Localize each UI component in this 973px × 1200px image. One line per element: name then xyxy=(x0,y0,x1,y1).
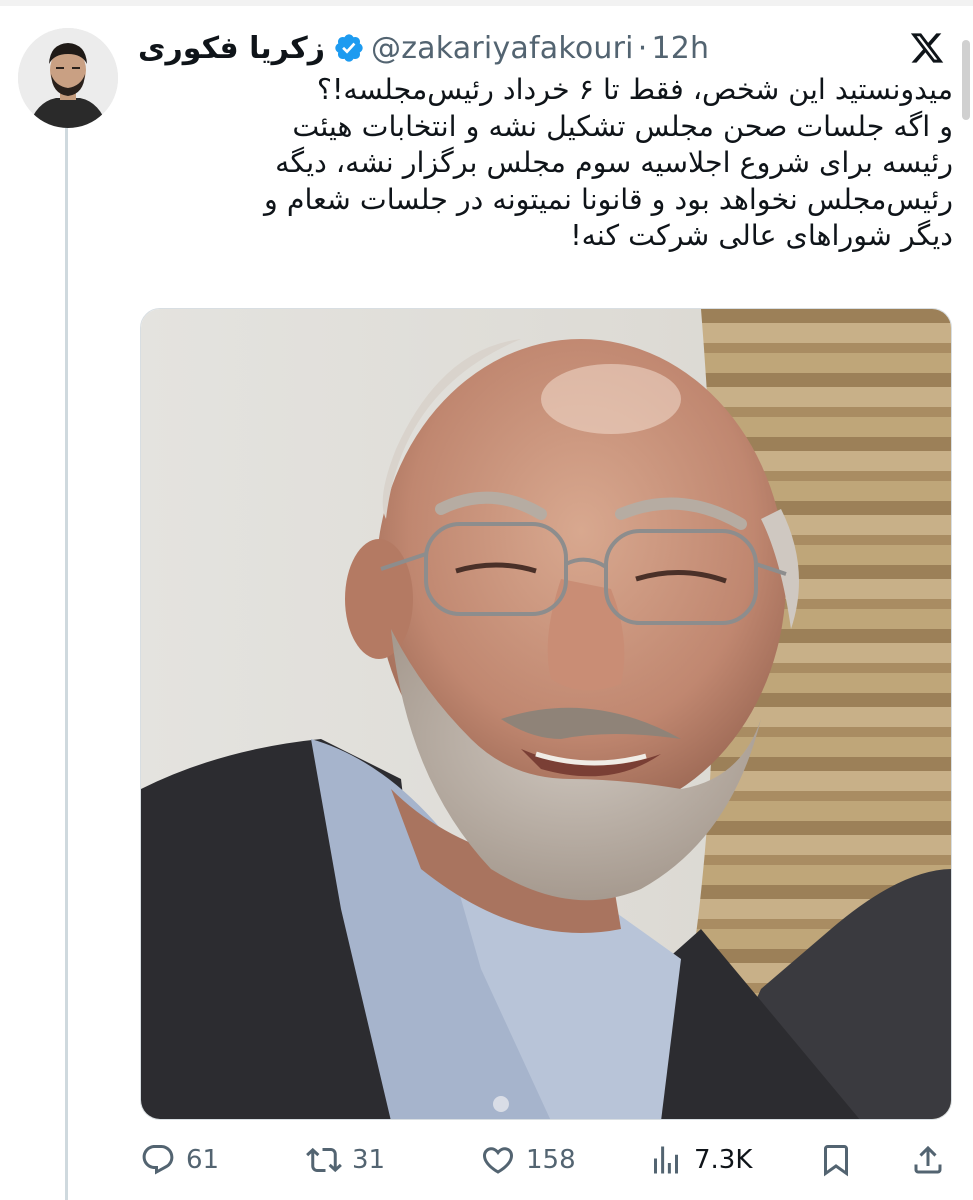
repost-count: 31 xyxy=(352,1145,386,1175)
photo-illustration xyxy=(141,309,951,1119)
x-logo-icon[interactable] xyxy=(907,30,947,66)
share-button[interactable] xyxy=(910,1136,956,1184)
views-chart-icon xyxy=(654,1146,678,1174)
view-count: 7.3K xyxy=(694,1145,753,1175)
repost-button[interactable]: 31 xyxy=(306,1136,385,1184)
avatar[interactable] xyxy=(18,28,118,128)
tweet-text-line: رئیس‌مجلس نخواهد بود و قانونا نمیتونه در… xyxy=(264,182,953,216)
tweet-text: میدونستید این شخص، فقط تا ۶ خرداد رئیس‌م… xyxy=(140,72,953,255)
like-button[interactable]: 158 xyxy=(480,1136,576,1184)
tweet-actions: 61 31 158 7.3K xyxy=(140,1136,952,1184)
reply-button[interactable]: 61 xyxy=(140,1136,219,1184)
avatar-photo xyxy=(18,28,118,128)
author-handle[interactable]: @zakariyafakouri xyxy=(371,31,634,66)
views-button[interactable]: 7.3K xyxy=(648,1136,752,1184)
share-icon xyxy=(914,1145,942,1174)
tweet-card[interactable]: زکریا فکوری @zakariyafakouri · 12h میدون… xyxy=(0,0,973,1200)
tweet-media-photo[interactable] xyxy=(140,308,952,1120)
verified-badge-icon xyxy=(335,34,363,62)
thread-line xyxy=(65,128,68,1200)
display-name[interactable]: زکریا فکوری xyxy=(138,31,325,66)
reply-icon xyxy=(142,1145,174,1175)
repost-icon xyxy=(306,1147,342,1173)
tweet-text-line: رئیسه برای شروع اجلاسیه سوم مجلس برگزار … xyxy=(275,146,953,179)
scrollbar[interactable] xyxy=(962,40,970,120)
tweet-text-line: و اگه جلسات صحن مجلس تشکیل نشه و انتخابا… xyxy=(292,109,953,143)
meta-separator: · xyxy=(637,30,648,66)
reply-count: 61 xyxy=(186,1145,220,1175)
bookmark-button[interactable] xyxy=(818,1136,864,1184)
top-divider xyxy=(0,0,973,6)
tweet-timestamp[interactable]: 12h xyxy=(651,31,709,66)
heart-icon xyxy=(482,1147,514,1174)
bookmark-icon xyxy=(824,1145,848,1177)
tweet-header: زکریا فکوری @zakariyafakouri · 12h xyxy=(138,24,709,72)
tweet-text-line: میدونستید این شخص، فقط تا ۶ خرداد رئیس‌م… xyxy=(316,73,953,106)
like-count: 158 xyxy=(526,1145,576,1175)
tweet-text-line: دیگر شوراهای عالی شرکت کنه! xyxy=(570,219,953,252)
